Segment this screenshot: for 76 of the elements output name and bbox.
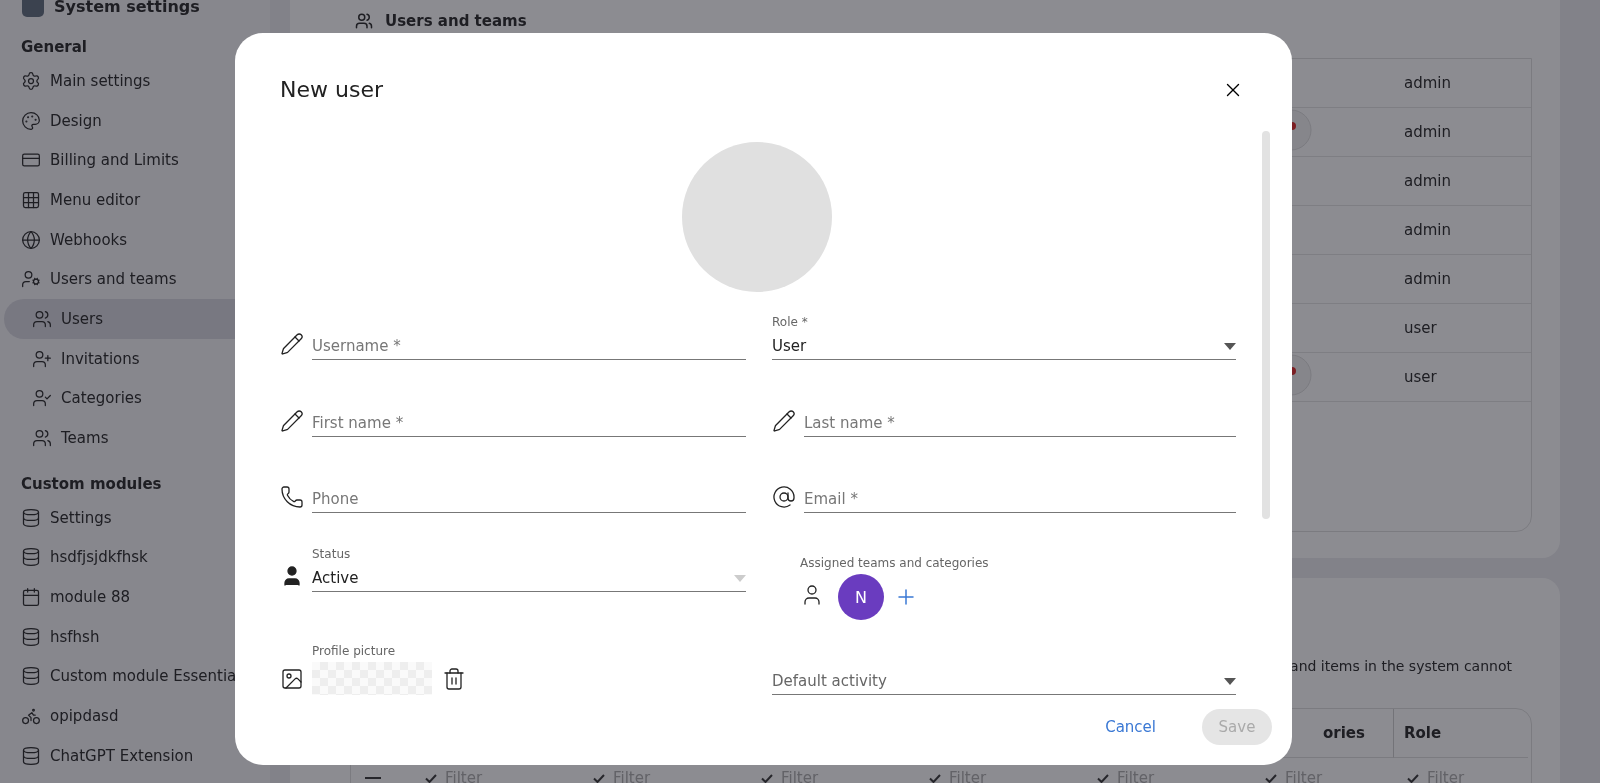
sidebar-item[interactable]: Menu editor [4, 180, 270, 220]
user-check-icon [32, 388, 52, 409]
users-icon [355, 12, 373, 30]
trash-icon[interactable] [442, 666, 466, 691]
cancel-button[interactable]: Cancel [1099, 717, 1162, 737]
sidebar-item[interactable]: Categories [4, 378, 270, 419]
caret-icon [734, 574, 746, 582]
field-label: Profile picture [312, 644, 397, 658]
column-header: Role [1393, 709, 1528, 758]
caret-icon [1224, 342, 1236, 350]
phone-icon [280, 485, 304, 509]
gear-icon [21, 70, 41, 91]
table-cell-text: admin [1403, 74, 1452, 92]
user-plus-icon [32, 348, 52, 369]
description-text: and items in the system cannot [1289, 658, 1513, 674]
user-gear-icon [21, 269, 41, 290]
check-icon [1265, 773, 1277, 783]
sidebar-item[interactable]: Design [4, 100, 270, 141]
database-icon [21, 626, 41, 647]
select-field[interactable]: Active [312, 565, 746, 592]
table-cell-text: admin [1403, 172, 1452, 190]
field-label: Assigned teams and categories [800, 556, 990, 570]
users-icon [32, 308, 52, 329]
sidebar-item[interactable]: Invitations [4, 338, 270, 379]
grid-icon [21, 189, 41, 210]
table-cell-text: admin [1403, 270, 1452, 288]
at-icon [772, 485, 796, 509]
sidebar-item[interactable]: hsfhsh [4, 616, 270, 657]
sidebar-item[interactable]: Users and teams [4, 259, 270, 300]
palette-icon [21, 110, 41, 131]
field-label: Role * [772, 315, 809, 329]
database-icon [21, 666, 41, 687]
table-cell-text: user [1403, 319, 1438, 337]
check-icon [593, 773, 605, 783]
sidebar-item[interactable]: module 88 [4, 577, 270, 617]
sidebar-item[interactable]: Webhooks [4, 219, 270, 260]
table-cell-text: user [1403, 368, 1438, 386]
field-label: Status [312, 547, 352, 561]
sidebar-item[interactable]: ChatGPT Extension [4, 736, 270, 776]
database-icon [21, 507, 41, 528]
sidebar-title: System settings [54, 0, 200, 16]
users-icon [32, 428, 52, 449]
app-logo [22, 0, 44, 17]
sidebar-item[interactable]: Billing and Limits [4, 140, 270, 181]
pencil-icon [280, 332, 304, 356]
pencil-icon [280, 409, 304, 433]
database-icon [21, 547, 41, 568]
calendar-icon [21, 587, 41, 608]
globe-icon [21, 229, 41, 250]
sidebar-item[interactable]: Main settings [4, 61, 270, 101]
select-field[interactable]: User [772, 333, 1236, 360]
sidebar-item[interactable]: hsdfjsjdkfhsk [4, 537, 270, 578]
table-cell-text: admin [1403, 221, 1452, 239]
select-field[interactable]: Default activity [772, 668, 1236, 695]
scrollbar[interactable] [1262, 131, 1270, 519]
caret-icon [1224, 677, 1236, 685]
check-icon [1407, 773, 1419, 783]
section-heading: Custom modules [21, 473, 163, 495]
bike-icon [21, 706, 41, 727]
check-icon [425, 773, 437, 783]
sidebar-item[interactable]: Teams [4, 418, 270, 458]
table-cell-text: admin [1403, 123, 1452, 141]
card-title: Users and teams [385, 12, 527, 30]
check-icon [1097, 773, 1109, 783]
sidebar-item[interactable]: Custom module Essentia [4, 656, 270, 697]
check-icon [761, 773, 773, 783]
section-heading: General [21, 37, 88, 58]
check-icon [929, 773, 941, 783]
team-avatar[interactable]: N [838, 574, 884, 620]
database-icon [21, 745, 41, 766]
image-icon [280, 667, 304, 691]
sidebar-item[interactable]: opipdasd [4, 696, 270, 736]
dialog-title: New user [280, 77, 383, 102]
sidebar-item[interactable]: Settings [4, 497, 270, 538]
pencil-icon [772, 409, 796, 433]
minus-icon [365, 777, 381, 779]
